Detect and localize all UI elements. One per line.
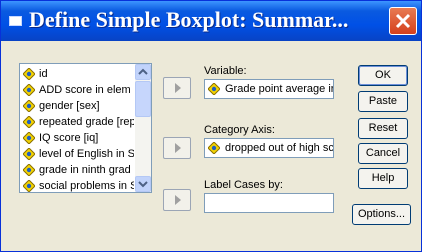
close-button[interactable]	[389, 7, 417, 35]
label-cases-field[interactable]	[204, 193, 334, 213]
paste-button[interactable]: Paste	[358, 91, 408, 112]
list-item-label: grade in ninth grad	[39, 164, 131, 176]
category-axis-field[interactable]: dropped out of high sc	[204, 138, 334, 158]
options-button[interactable]: Options...	[352, 204, 411, 225]
move-to-label-cases-button[interactable]	[163, 189, 191, 211]
chevron-up-icon	[138, 68, 148, 75]
scroll-up-button[interactable]	[135, 64, 151, 80]
scale-variable-icon	[23, 100, 35, 112]
scale-variable-icon	[23, 68, 35, 80]
list-item[interactable]: grade in ninth grad	[22, 162, 134, 179]
label-cases-label: Label Cases by:	[204, 179, 283, 191]
category-axis-value: dropped out of high sc	[225, 142, 334, 154]
variable-list[interactable]: id ADD score in elem gender [sex] repeat…	[19, 63, 152, 193]
scale-variable-icon	[23, 84, 35, 96]
scale-variable-icon	[23, 148, 35, 160]
scroll-down-button[interactable]	[135, 176, 151, 192]
variable-value: Grade point average ir	[225, 83, 334, 95]
list-item[interactable]: gender [sex]	[22, 98, 134, 115]
arrow-right-icon	[175, 143, 181, 153]
list-item-label: IQ score [iq]	[39, 132, 99, 144]
list-item-label: social problems in S	[39, 180, 134, 192]
variable-field[interactable]: Grade point average ir	[204, 79, 334, 99]
scale-variable-icon	[208, 83, 220, 95]
list-item[interactable]: IQ score [iq]	[22, 130, 134, 147]
list-item-label: ADD score in elem	[39, 84, 131, 96]
chevron-down-icon	[138, 181, 148, 188]
dialog-window: Define Simple Boxplot: Summar... id ADD …	[0, 0, 422, 252]
scale-variable-icon	[23, 116, 35, 128]
list-item[interactable]: ADD score in elem	[22, 82, 134, 99]
cancel-button[interactable]: Cancel	[358, 143, 408, 164]
arrow-right-icon	[175, 83, 181, 93]
scroll-thumb[interactable]	[135, 81, 151, 117]
window-title: Define Simple Boxplot: Summar...	[29, 7, 349, 32]
scale-variable-icon	[23, 164, 35, 176]
list-item-label: repeated grade [rep	[39, 116, 134, 128]
move-to-variable-button[interactable]	[163, 77, 191, 99]
category-axis-label: Category Axis:	[204, 124, 275, 136]
list-item[interactable]: repeated grade [rep	[22, 114, 134, 131]
close-icon	[395, 13, 411, 29]
list-item-label: level of English in S	[39, 148, 134, 160]
title-bar[interactable]: Define Simple Boxplot: Summar...	[1, 1, 421, 41]
scale-variable-icon	[23, 132, 35, 144]
move-to-category-axis-button[interactable]	[163, 137, 191, 159]
ok-button[interactable]: OK	[358, 65, 408, 86]
list-item[interactable]: id	[22, 66, 134, 83]
window-icon	[9, 16, 22, 26]
scale-variable-icon	[23, 180, 35, 192]
arrow-right-icon	[175, 195, 181, 205]
list-item[interactable]: social problems in S	[22, 178, 134, 192]
variable-label: Variable:	[204, 65, 247, 77]
list-item-label: gender [sex]	[39, 100, 100, 112]
list-item[interactable]: level of English in S	[22, 146, 134, 163]
scale-variable-icon	[208, 142, 220, 154]
list-item-label: id	[39, 68, 48, 80]
list-scrollbar[interactable]	[135, 64, 151, 192]
help-button[interactable]: Help	[358, 168, 408, 189]
reset-button[interactable]: Reset	[358, 118, 408, 139]
